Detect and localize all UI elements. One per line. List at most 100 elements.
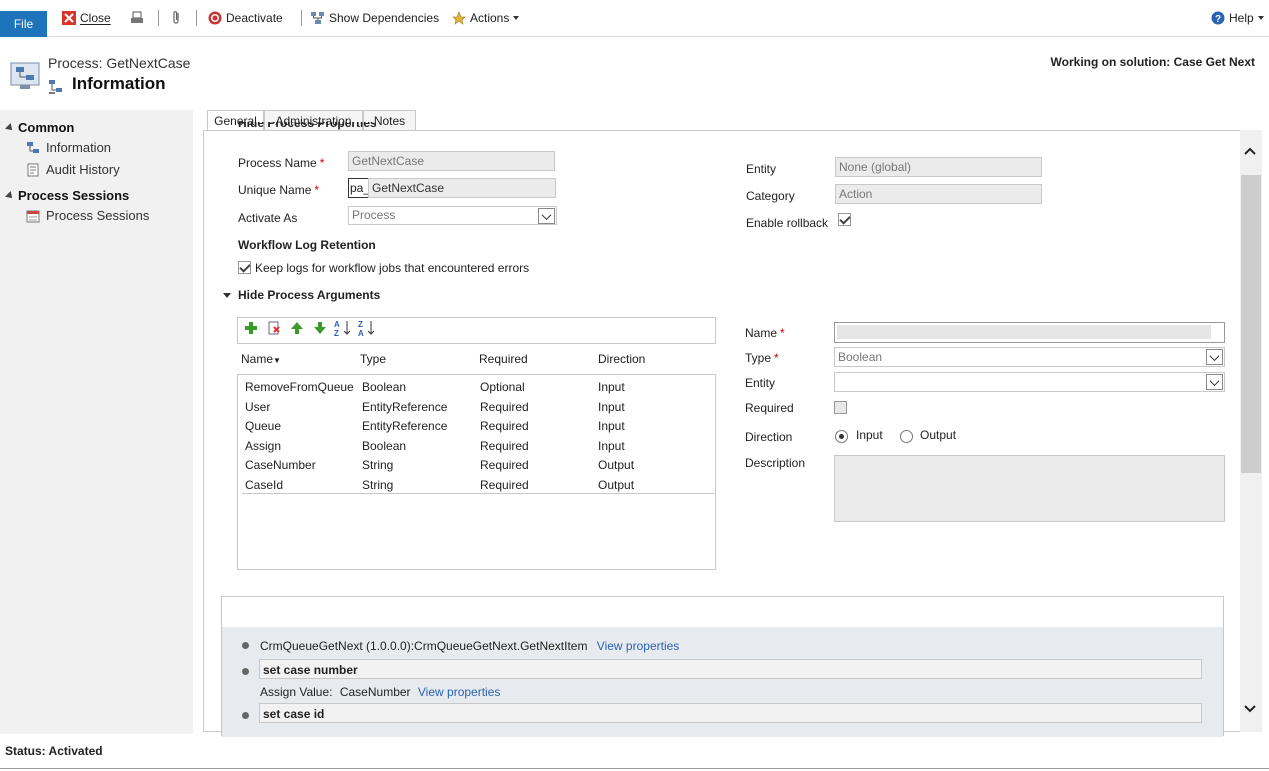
column-header-type[interactable]: Type (360, 352, 386, 366)
separator (196, 10, 197, 26)
file-button[interactable]: File (0, 11, 47, 37)
arg-type-label: Type * (745, 351, 779, 365)
nav-group-label: Process Sessions (18, 188, 130, 203)
help-label: Help (1229, 11, 1254, 25)
nav-item-process-sessions[interactable]: Process Sessions (26, 208, 149, 223)
view-properties-link[interactable]: View properties (597, 639, 680, 653)
help-button[interactable]: ? Help (1211, 9, 1264, 27)
cell-direction: Input (598, 380, 625, 394)
arg-required-checkbox[interactable] (834, 401, 847, 414)
chevron-down-icon (513, 16, 520, 20)
category-label: Category (746, 189, 795, 203)
step-item[interactable]: CrmQueueGetNext (1.0.0.0):CrmQueueGetNex… (260, 639, 679, 653)
unique-name-field[interactable]: GetNextCase (368, 178, 556, 198)
audit-history-icon (27, 163, 39, 176)
left-nav (0, 110, 193, 734)
cell-required: Optional (480, 380, 525, 394)
assign-value: CaseNumber (339, 685, 411, 699)
column-header-name[interactable]: Name▼ (241, 352, 281, 366)
nav-item-label: Process Sessions (46, 208, 150, 223)
cell-required: Required (480, 458, 529, 472)
nav-item-information[interactable]: Information (26, 140, 111, 155)
close-button[interactable]: Close (62, 9, 111, 27)
arg-name-input[interactable] (834, 322, 1225, 343)
column-header-required[interactable]: Required (479, 352, 528, 366)
help-icon: ? (1211, 11, 1225, 25)
arg-name-label: Name * (745, 326, 785, 340)
cell-name: CaseNumber (245, 458, 316, 472)
separator (158, 10, 159, 26)
chevron-down-icon (1206, 374, 1223, 390)
scroll-down-icon[interactable] (1243, 704, 1257, 714)
deactivate-icon (208, 11, 222, 25)
log-retention-heading: Workflow Log Retention (238, 238, 376, 252)
keep-logs-checkbox[interactable] (238, 261, 251, 274)
move-up-icon[interactable] (290, 321, 304, 335)
direction-output-label: Output (920, 428, 957, 442)
dependencies-icon (311, 12, 324, 24)
entity-field[interactable]: None (global) (835, 157, 1042, 177)
arg-entity-label: Entity (745, 376, 776, 390)
enable-rollback-label: Enable rollback (746, 216, 829, 230)
sort-ascending-icon[interactable]: AZ (334, 319, 352, 337)
scroll-up-icon[interactable] (1243, 146, 1257, 156)
svg-text:Z: Z (358, 320, 363, 329)
step-set-case-id[interactable]: set case id (259, 703, 1202, 723)
sort-descending-icon[interactable]: ZA (358, 319, 376, 337)
arg-type-value: Boolean (838, 350, 883, 364)
svg-text:A: A (334, 320, 340, 329)
cell-type: Boolean (362, 380, 407, 394)
category-field[interactable]: Action (835, 184, 1042, 204)
unique-name-label: Unique Name * (238, 183, 320, 197)
cell-name: CaseId (245, 478, 284, 492)
chevron-down-icon (538, 208, 555, 224)
nav-group-process-sessions[interactable]: Process Sessions (5, 188, 130, 203)
svg-text:?: ? (1215, 14, 1221, 25)
keep-logs-label: Keep logs for workflow jobs that encount… (255, 261, 530, 275)
attach-icon[interactable] (170, 10, 182, 26)
show-dependencies-button[interactable]: Show Dependencies (311, 9, 439, 27)
process-title: Process: GetNextCase (48, 55, 191, 71)
workflow-icon (49, 80, 62, 94)
args-section-toggle[interactable]: Hide Process Arguments (223, 288, 380, 302)
cell-name: RemoveFromQueue (245, 380, 354, 394)
status-bar: Status: Activated (5, 744, 103, 758)
cell-type: EntityReference (362, 400, 448, 414)
step-label: CrmQueueGetNext (1.0.0.0):CrmQueueGetNex… (260, 639, 588, 653)
actions-label: Actions (470, 11, 510, 25)
divider (0, 768, 1269, 769)
print-icon[interactable] (130, 11, 144, 25)
collapse-icon (5, 122, 15, 133)
nav-group-label: Common (18, 120, 75, 135)
deactivate-label: Deactivate (226, 11, 283, 25)
step-bullet-icon (242, 712, 249, 719)
step-bullet-icon (242, 642, 249, 649)
close-label: Close (80, 11, 111, 25)
step-set-case-number[interactable]: set case number (259, 659, 1202, 679)
nav-item-audit-history[interactable]: Audit History (26, 162, 120, 177)
move-down-icon[interactable] (313, 321, 327, 335)
column-header-direction[interactable]: Direction (598, 352, 645, 366)
cell-required: Required (480, 400, 529, 414)
activate-as-select[interactable]: Process (348, 206, 557, 225)
add-icon[interactable] (244, 321, 258, 335)
process-icon (10, 62, 40, 89)
enable-rollback-checkbox[interactable] (838, 213, 851, 226)
collapse-icon (5, 190, 15, 201)
arg-description-label: Description (745, 456, 806, 470)
deactivate-button[interactable]: Deactivate (208, 9, 283, 27)
args-toolbar (237, 317, 716, 344)
delete-icon[interactable] (267, 321, 281, 335)
nav-group-common[interactable]: Common (5, 120, 75, 135)
direction-input-radio[interactable] (835, 430, 848, 443)
arg-description-textarea[interactable] (834, 455, 1225, 522)
direction-output-radio[interactable] (900, 430, 913, 443)
cell-direction: Input (598, 419, 625, 433)
view-properties-link[interactable]: View properties (418, 685, 501, 699)
arg-type-select[interactable]: Boolean (834, 347, 1225, 367)
scrollbar-thumb[interactable] (1241, 175, 1261, 473)
arg-entity-select[interactable] (834, 372, 1225, 392)
actions-button[interactable]: Actions (452, 9, 520, 27)
cell-type: String (362, 478, 394, 492)
process-name-field[interactable]: GetNextCase (348, 151, 555, 171)
